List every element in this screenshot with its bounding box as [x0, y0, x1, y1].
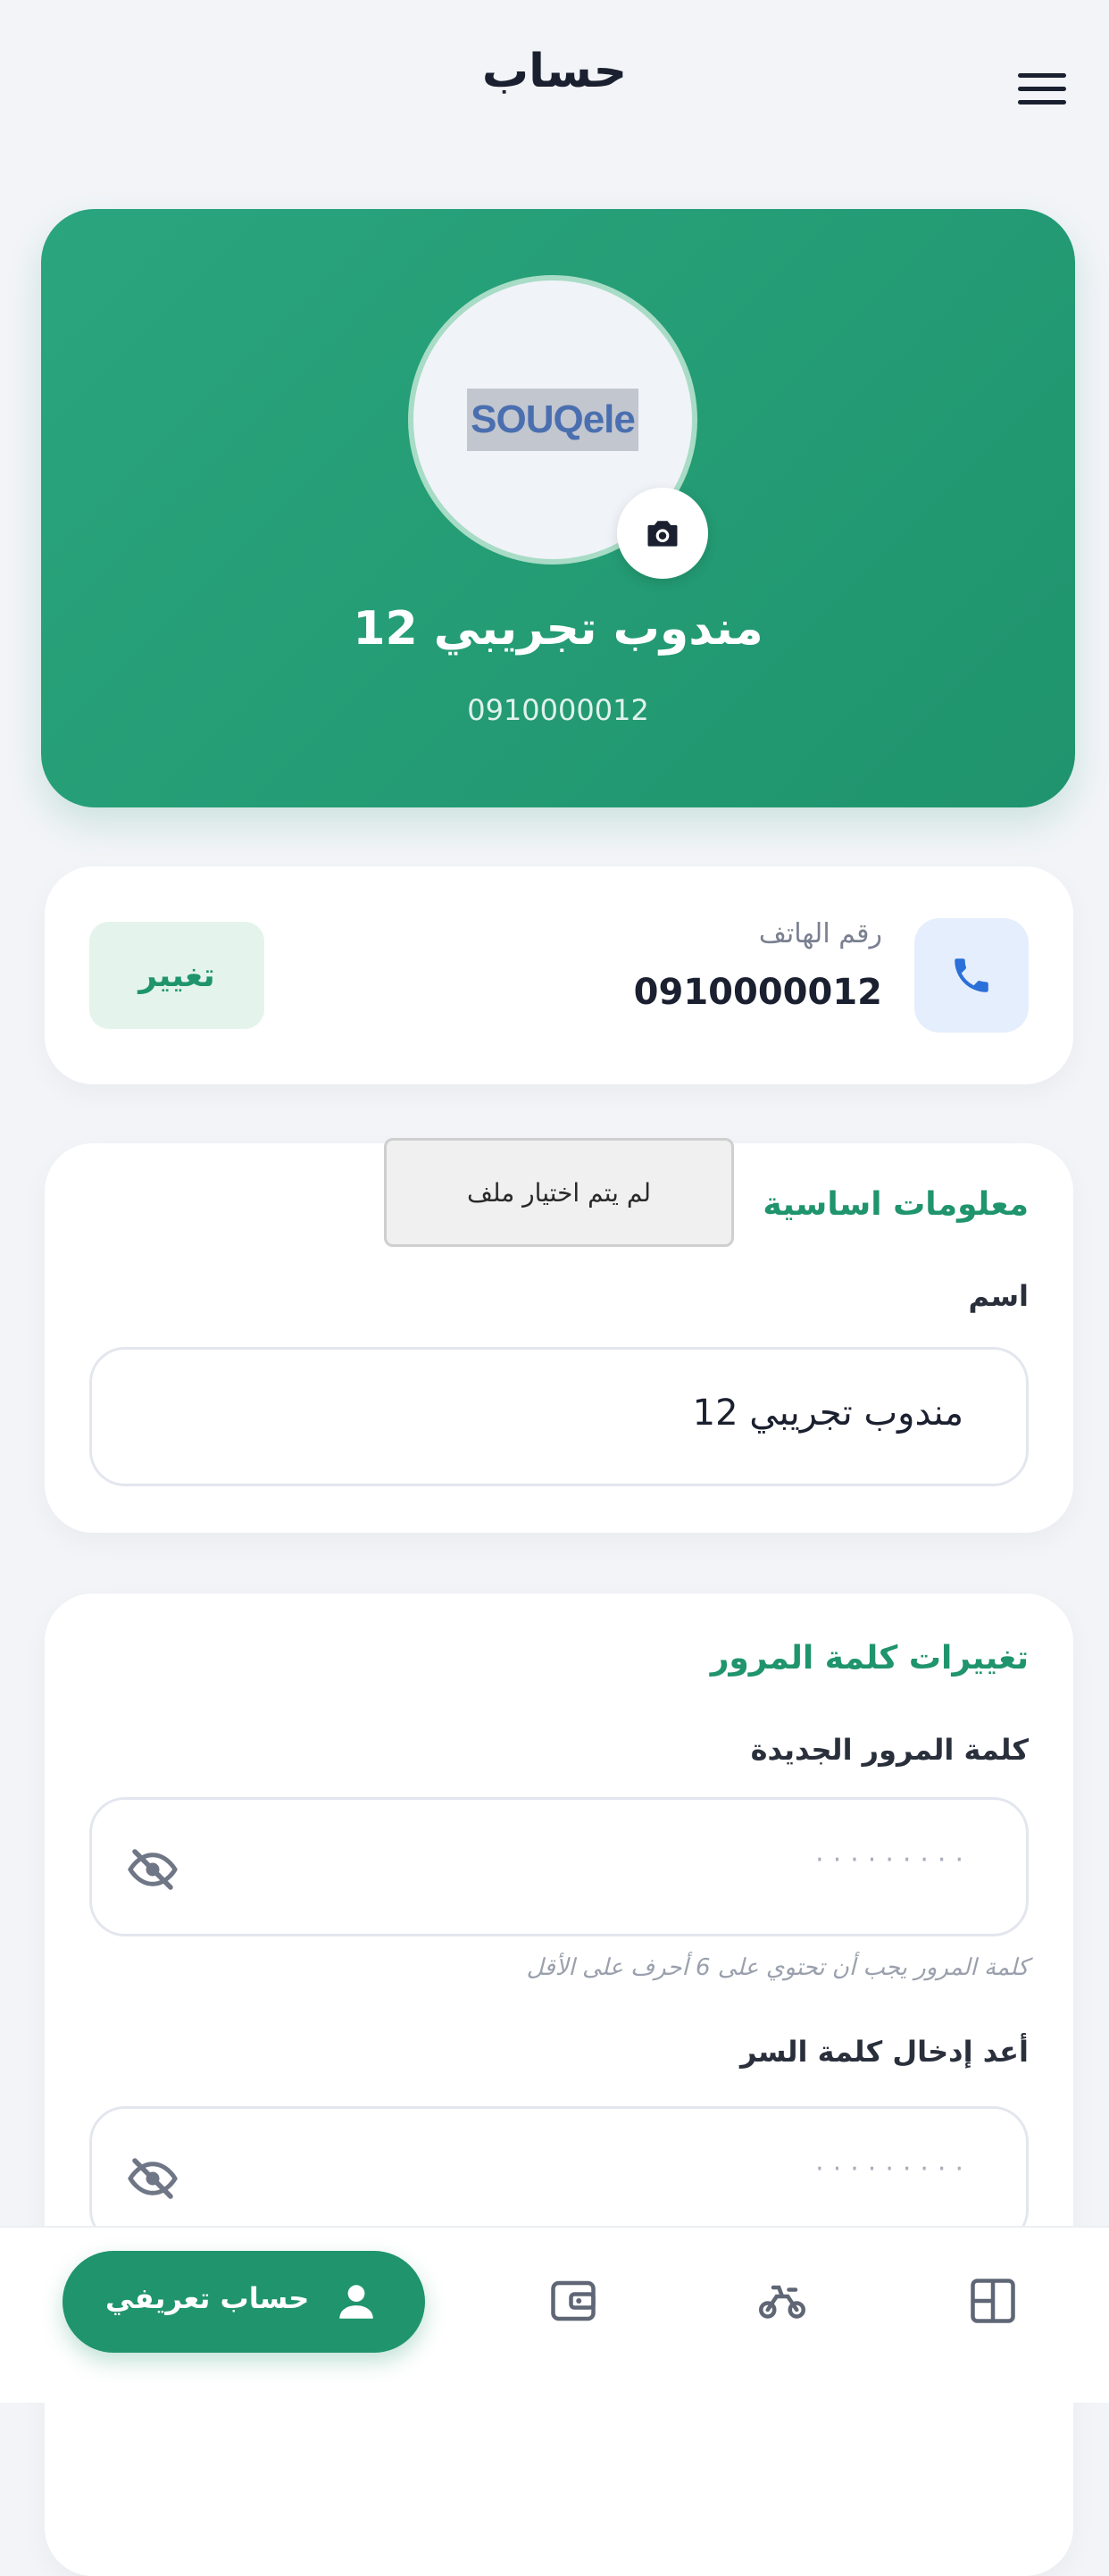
file-tooltip: لم يتم اختيار ملف — [384, 1138, 734, 1247]
password-card: تغييرات كلمة المرور كلمة المرور الجديدة … — [45, 1593, 1073, 2576]
change-phone-button[interactable]: تغيير — [89, 922, 264, 1029]
nav-profile-button[interactable]: حساب تعريفي — [63, 2251, 425, 2353]
user-icon — [339, 2285, 373, 2319]
camera-button[interactable] — [617, 488, 708, 579]
phone-icon-box — [914, 918, 1029, 1033]
phone-card: رقم الهاتف 0910000012 تغيير — [45, 866, 1073, 1084]
confirm-password-label: أعد إدخال كلمة السر — [740, 2035, 1029, 2069]
brand-logo: SOUQele — [467, 389, 638, 451]
phone-label: رقم الهاتف — [758, 918, 882, 949]
profile-card: SOUQele مندوب تجريبي 12 0910000012 — [41, 209, 1075, 807]
bottom-nav: حساب تعريفي — [0, 2226, 1109, 2403]
eye-off-icon[interactable] — [126, 2152, 179, 2205]
nav-profile-label: حساب تعريفي — [105, 2281, 310, 2315]
profile-name: مندوب تجريبي 12 — [353, 602, 763, 656]
page-title: حساب — [481, 45, 628, 98]
app-header: حساب — [0, 0, 1109, 179]
new-password-input[interactable]: ········· — [89, 1797, 1029, 1936]
basic-info-title: معلومات اساسية — [763, 1186, 1029, 1223]
confirm-password-value: ········· — [815, 2154, 972, 2185]
new-password-label: كلمة المرور الجديدة — [750, 1733, 1029, 1767]
confirm-password-input[interactable]: ········· — [89, 2106, 1029, 2246]
menu-icon[interactable] — [1018, 73, 1066, 109]
name-input[interactable]: مندوب تجريبي 12 — [89, 1347, 1029, 1486]
wallet-icon[interactable] — [546, 2274, 600, 2328]
name-input-value: مندوب تجريبي 12 — [692, 1393, 963, 1434]
eye-off-icon[interactable] — [126, 1843, 179, 1896]
dashboard-icon[interactable] — [966, 2274, 1020, 2328]
profile-phone: 0910000012 — [467, 693, 649, 727]
name-label: اسم — [968, 1279, 1029, 1313]
new-password-value: ········· — [815, 1844, 972, 1876]
phone-value: 0910000012 — [633, 972, 882, 1013]
phone-icon — [955, 958, 988, 992]
password-hint: كلمة المرور يجب أن تحتوي على 6 أحرف على … — [526, 1954, 1029, 1981]
password-section-title: تغييرات كلمة المرور — [710, 1640, 1029, 1677]
motorcycle-icon[interactable] — [755, 2274, 809, 2328]
camera-icon — [647, 521, 678, 547]
